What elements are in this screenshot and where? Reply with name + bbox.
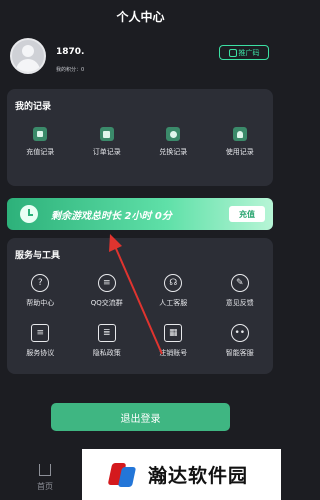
feedback-icon: ✎ <box>230 274 249 292</box>
tab-home[interactable]: 首页 <box>31 461 59 492</box>
page-title: 个人中心 <box>116 10 165 24</box>
service-item-smart-support[interactable]: •• 智能客服 <box>210 324 270 358</box>
service-item-label: 智能客服 <box>225 349 254 357</box>
record-item-label: 兑换记录 <box>159 148 188 156</box>
services-row: ≡ 服务协议 ≣ 隐私政策 ▦ 注销账号 •• 智能客服 <box>7 324 273 358</box>
service-item-label: 注销账号 <box>159 349 188 357</box>
remaining-time-text: 剩余游戏总时长 2小时 0分 <box>51 211 172 222</box>
privacy-icon: ≣ <box>97 324 116 342</box>
order-record-icon <box>99 127 114 141</box>
service-item-delete-account[interactable]: ▦ 注销账号 <box>143 324 203 358</box>
points-label: 我的积分：0 <box>56 67 85 73</box>
record-item-label: 使用记录 <box>225 148 254 156</box>
services-title: 服务与工具 <box>15 251 61 261</box>
service-item-human-support[interactable]: ☊ 人工客服 <box>143 274 203 308</box>
remaining-time-banner: 剩余游戏总时长 2小时 0分 充值 <box>7 198 273 230</box>
help-icon: ? <box>31 274 50 292</box>
service-item-label: 隐私政策 <box>92 349 121 357</box>
records-title: 我的记录 <box>15 102 52 112</box>
records-card: 我的记录 充值记录 订单记录 兑换记录 使用记录 <box>7 89 273 186</box>
clock-icon <box>20 205 38 223</box>
promo-code-label: 推广码 <box>238 48 260 57</box>
exchange-record-icon <box>166 127 181 141</box>
service-item-label: 人工客服 <box>159 299 188 307</box>
avatar[interactable] <box>10 38 46 74</box>
service-item-label: 帮助中心 <box>26 299 55 307</box>
services-card: 服务与工具 ? 帮助中心 ≡ QQ交流群 ☊ 人工客服 ✎ 意见反馈 ≡ 服务协… <box>7 238 273 374</box>
service-item-feedback[interactable]: ✎ 意见反馈 <box>210 274 270 308</box>
record-item-usage[interactable]: 使用记录 <box>210 127 270 157</box>
service-item-help[interactable]: ? 帮助中心 <box>10 274 70 308</box>
avatar-head-shape <box>22 45 34 57</box>
robot-icon: •• <box>230 324 249 342</box>
recharge-button[interactable]: 充值 <box>229 206 265 222</box>
home-icon <box>39 464 51 476</box>
record-item-exchange[interactable]: 兑换记录 <box>143 127 203 157</box>
service-item-label: 服务协议 <box>26 349 55 357</box>
record-item-order[interactable]: 订单记录 <box>77 127 137 157</box>
qr-code-icon <box>228 48 237 57</box>
record-item-label: 订单记录 <box>92 148 121 156</box>
usage-record-icon <box>232 127 247 141</box>
watermark: 瀚达软件园 <box>82 449 281 500</box>
agreement-icon: ≡ <box>31 324 50 342</box>
promo-code-button[interactable]: 推广码 <box>219 45 269 60</box>
records-grid: 充值记录 订单记录 兑换记录 使用记录 <box>7 127 273 157</box>
service-item-qq-group[interactable]: ≡ QQ交流群 <box>77 274 137 308</box>
recharge-record-icon <box>33 127 48 141</box>
record-item-recharge[interactable]: 充值记录 <box>10 127 70 157</box>
service-item-label: QQ交流群 <box>90 299 123 307</box>
avatar-body-shape <box>16 59 40 72</box>
grid-icon: ▦ <box>164 324 183 342</box>
tab-home-label: 首页 <box>37 482 53 491</box>
record-item-label: 充值记录 <box>26 148 55 156</box>
logout-button[interactable]: 退出登录 <box>51 403 230 431</box>
services-row: ? 帮助中心 ≡ QQ交流群 ☊ 人工客服 ✎ 意见反馈 <box>7 274 273 308</box>
service-item-label: 意见反馈 <box>225 299 254 307</box>
service-item-agreement[interactable]: ≡ 服务协议 <box>10 324 70 358</box>
headset-icon: ☊ <box>164 274 183 292</box>
watermark-logo-icon <box>107 461 137 489</box>
username: 1870. <box>56 47 85 57</box>
chat-icon: ≡ <box>97 274 116 292</box>
service-item-privacy[interactable]: ≣ 隐私政策 <box>77 324 137 358</box>
watermark-text: 瀚达软件园 <box>148 465 249 487</box>
